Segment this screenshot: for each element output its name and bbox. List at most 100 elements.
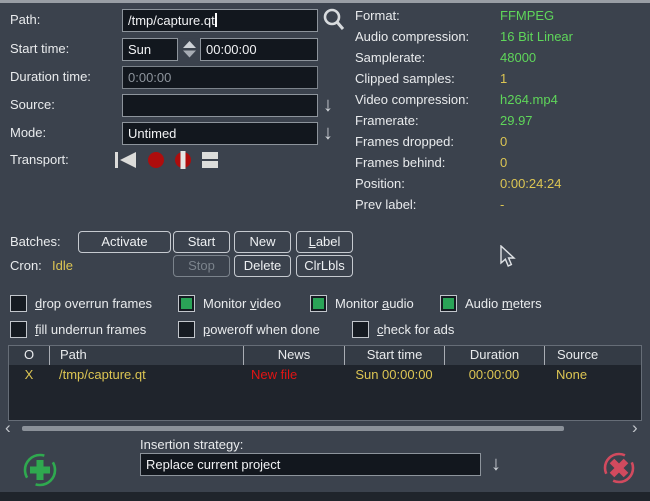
column-header-source[interactable]: Source xyxy=(544,346,641,365)
checkbox-box[interactable] xyxy=(178,321,195,338)
record-dialog: Path: /tmp/capture.qt Start time: Sun 00… xyxy=(0,0,650,501)
table-row[interactable]: X /tmp/capture.qt New file Sun 00:00:00 … xyxy=(9,365,641,384)
checkbox-box[interactable] xyxy=(352,321,369,338)
status-value: 1 xyxy=(500,71,507,86)
start-time-input[interactable]: 00:00:00 xyxy=(200,38,318,61)
checkbox-label: fill underrun frames xyxy=(35,322,146,337)
checkbox-label: Monitor video xyxy=(203,296,281,311)
label-button[interactable]: Label xyxy=(296,231,353,253)
checkbox-box[interactable] xyxy=(178,295,195,312)
batch-list[interactable]: O Path News Start time Duration Source X… xyxy=(8,345,642,421)
status-row: Prev label:- xyxy=(355,194,647,215)
status-row: Framerate:29.97 xyxy=(355,110,647,131)
cell-on: X xyxy=(9,365,49,384)
duration-label: Duration time: xyxy=(10,66,91,88)
insertion-dropdown-arrow-icon[interactable]: ↓ xyxy=(491,453,501,476)
status-row: Video compression:h264.mp4 xyxy=(355,89,647,110)
start-time-label: Start time: xyxy=(10,38,69,60)
stop-icon[interactable] xyxy=(201,151,219,169)
column-header-news[interactable]: News xyxy=(243,346,344,365)
status-value: - xyxy=(500,197,504,212)
checkbox-monitor-video[interactable]: Monitor video xyxy=(178,294,281,312)
checkbox-fill-underrun[interactable]: fill underrun frames xyxy=(10,320,146,338)
rewind-icon[interactable] xyxy=(115,151,138,169)
checkbox-monitor-audio[interactable]: Monitor audio xyxy=(310,294,414,312)
cell-duration: 00:00:00 xyxy=(444,365,544,384)
status-panel: Format:FFMPEG Audio compression:16 Bit L… xyxy=(355,5,647,215)
checkbox-box[interactable] xyxy=(440,295,457,312)
status-label: Audio compression: xyxy=(355,29,500,44)
cell-start-time: Sun 00:00:00 xyxy=(344,365,444,384)
start-button[interactable]: Start xyxy=(173,231,230,253)
new-button[interactable]: New xyxy=(234,231,291,253)
start-day-text: Sun xyxy=(128,42,151,57)
path-input[interactable]: /tmp/capture.qt xyxy=(122,9,318,32)
scroll-left-icon[interactable]: ‹ xyxy=(5,419,11,436)
scroll-right-icon[interactable]: › xyxy=(632,419,638,436)
source-dropdown-arrow-icon[interactable]: ↓ xyxy=(323,94,333,117)
magnify-icon[interactable] xyxy=(322,7,346,33)
source-label: Source: xyxy=(10,94,55,116)
mode-label: Mode: xyxy=(10,122,46,144)
path-label: Path: xyxy=(10,9,40,31)
close-window-icon[interactable] xyxy=(601,450,637,486)
insertion-strategy-value: Replace current project xyxy=(146,457,280,472)
checkbox-drop-overrun[interactable]: drop overrun frames xyxy=(10,294,152,312)
checkbox-box[interactable] xyxy=(310,295,327,312)
checkbox-box[interactable] xyxy=(10,295,27,312)
checkbox-checked-mark xyxy=(181,298,192,309)
cell-news: New file xyxy=(243,365,344,384)
batch-list-header: O Path News Start time Duration Source xyxy=(9,346,641,365)
status-row: Samplerate:48000 xyxy=(355,47,647,68)
checkbox-check-for-ads[interactable]: check for ads xyxy=(352,320,454,338)
checkbox-label: drop overrun frames xyxy=(35,296,152,311)
mode-dropdown-arrow-icon[interactable]: ↓ xyxy=(323,122,333,145)
activate-button[interactable]: Activate xyxy=(78,231,171,253)
status-value: 0 xyxy=(500,134,507,149)
status-value: h264.mp4 xyxy=(500,92,558,107)
add-batch-icon[interactable] xyxy=(21,451,59,489)
column-header-start-time[interactable]: Start time xyxy=(344,346,444,365)
checkbox-label: check for ads xyxy=(377,322,454,337)
delete-button[interactable]: Delete xyxy=(234,255,291,277)
mode-input[interactable]: Untimed xyxy=(122,122,318,145)
up-down-spinner-icon[interactable] xyxy=(182,41,197,58)
status-row: Clipped samples:1 xyxy=(355,68,647,89)
start-time-text: 00:00:00 xyxy=(206,42,257,57)
column-header-duration[interactable]: Duration xyxy=(444,346,544,365)
status-label: Format: xyxy=(355,8,500,23)
column-header-path[interactable]: Path xyxy=(49,346,243,365)
status-row: Format:FFMPEG xyxy=(355,5,647,26)
source-input[interactable] xyxy=(122,94,318,117)
label-button-post: abel xyxy=(316,234,341,249)
status-row: Audio compression:16 Bit Linear xyxy=(355,26,647,47)
start-day-input[interactable]: Sun xyxy=(122,38,178,61)
window-bottom-edge xyxy=(0,492,650,501)
column-header-on[interactable]: O xyxy=(9,346,49,365)
stop-button[interactable]: Stop xyxy=(173,255,230,277)
duration-text: 0:00:00 xyxy=(128,70,171,85)
duration-input[interactable]: 0:00:00 xyxy=(122,66,318,89)
record-icon[interactable] xyxy=(147,151,165,169)
cell-source: None xyxy=(544,365,641,384)
insertion-strategy-select[interactable]: Replace current project xyxy=(140,453,481,476)
transport-label: Transport: xyxy=(10,149,69,171)
checkbox-audio-meters[interactable]: Audio meters xyxy=(440,294,542,312)
label-button-key: L xyxy=(309,234,316,249)
record-frame-icon[interactable] xyxy=(174,151,192,169)
window-top-edge xyxy=(0,0,650,3)
path-input-text: /tmp/capture.qt xyxy=(128,13,215,28)
checkbox-poweroff[interactable]: poweroff when done xyxy=(178,320,320,338)
status-row: Frames dropped:0 xyxy=(355,131,647,152)
checkbox-label: poweroff when done xyxy=(203,322,320,337)
status-value: FFMPEG xyxy=(500,8,554,23)
checkbox-box[interactable] xyxy=(10,321,27,338)
status-label: Frames behind: xyxy=(355,155,500,170)
status-row: Frames behind:0 xyxy=(355,152,647,173)
status-value: 16 Bit Linear xyxy=(500,29,573,44)
clrlbls-button[interactable]: ClrLbls xyxy=(296,255,353,277)
checkbox-label: Monitor audio xyxy=(335,296,414,311)
horizontal-scrollbar[interactable] xyxy=(22,426,564,431)
checkbox-checked-mark xyxy=(313,298,324,309)
checkbox-label: Audio meters xyxy=(465,296,542,311)
